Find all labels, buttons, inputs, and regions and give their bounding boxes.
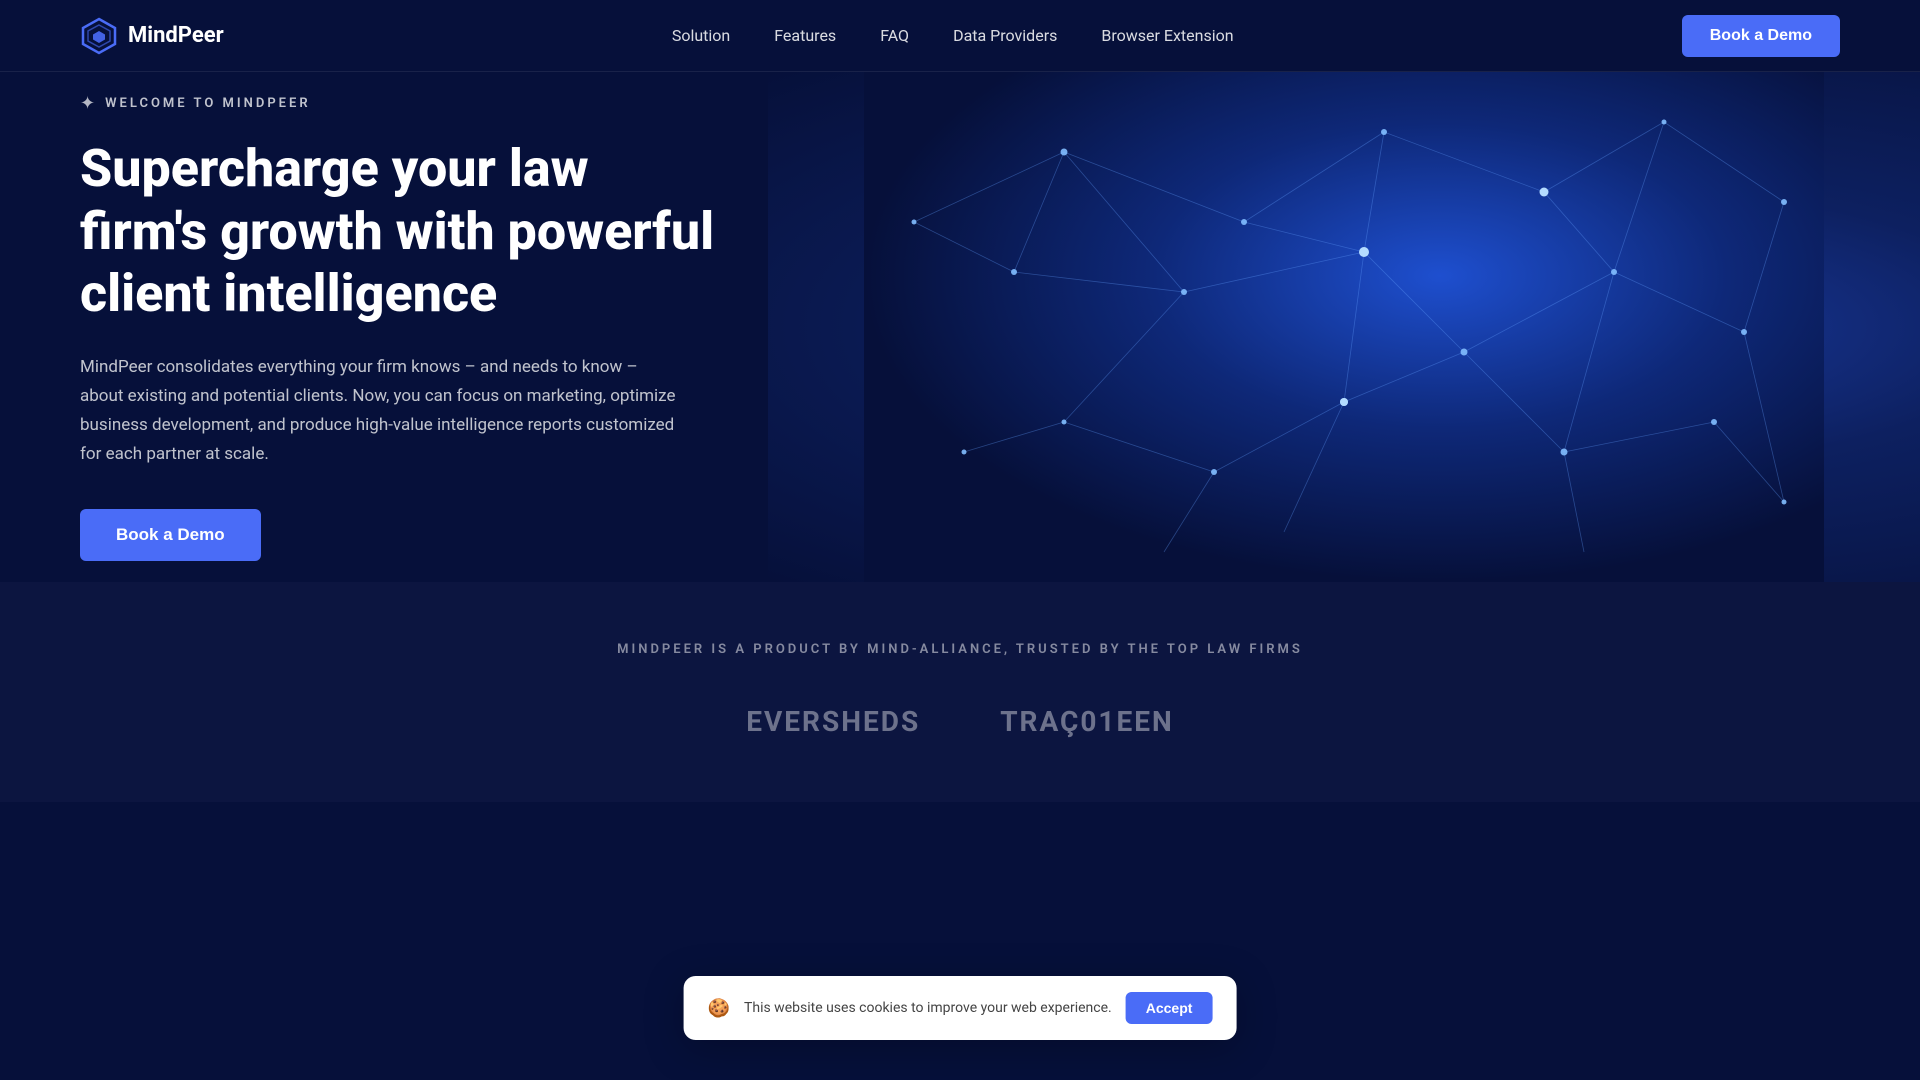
nav-faq[interactable]: FAQ: [880, 26, 909, 45]
trusted-label: MINDPEER IS A PRODUCT BY MIND-ALLIANCE, …: [80, 642, 1840, 657]
book-demo-hero-button[interactable]: Book a Demo: [80, 509, 261, 561]
hero-section: ✦ WELCOME TO MINDPEER Supercharge your l…: [0, 72, 1920, 582]
nav-features[interactable]: Features: [774, 26, 836, 45]
nav-links: Solution Features FAQ Data Providers Bro…: [672, 26, 1234, 45]
navbar: MindPeer Solution Features FAQ Data Prov…: [0, 0, 1920, 72]
cookie-text: This website uses cookies to improve you…: [744, 1000, 1112, 1016]
nav-solution[interactable]: Solution: [672, 26, 730, 45]
logo-icon: [80, 17, 118, 55]
logo-text: MindPeer: [128, 23, 224, 48]
eyebrow-text: WELCOME TO MINDPEER: [105, 96, 311, 111]
hero-background: [768, 72, 1920, 582]
trusted-logo-eversheds: EVERSHEDS: [746, 705, 920, 738]
trusted-section: MINDPEER IS A PRODUCT BY MIND-ALLIANCE, …: [0, 582, 1920, 802]
cookie-accept-button[interactable]: Accept: [1126, 992, 1213, 1024]
cookie-banner: 🍪 This website uses cookies to improve y…: [684, 976, 1237, 1040]
trusted-logo-traç01een: TRAÇ01EEN: [1000, 705, 1174, 738]
cookie-icon: 🍪: [708, 998, 730, 1019]
hero-content: ✦ WELCOME TO MINDPEER Supercharge your l…: [0, 93, 800, 561]
eyebrow-icon: ✦: [80, 93, 95, 114]
book-demo-nav-button[interactable]: Book a Demo: [1682, 15, 1840, 57]
hero-description: MindPeer consolidates everything your fi…: [80, 353, 680, 469]
trusted-logos: EVERSHEDS TRAÇ01EEN: [80, 705, 1840, 738]
nav-data-providers[interactable]: Data Providers: [953, 26, 1057, 45]
hero-title: Supercharge your law firm's growth with …: [80, 138, 720, 325]
nav-browser-extension[interactable]: Browser Extension: [1101, 26, 1233, 45]
hero-eyebrow: ✦ WELCOME TO MINDPEER: [80, 93, 720, 114]
logo-link[interactable]: MindPeer: [80, 17, 224, 55]
